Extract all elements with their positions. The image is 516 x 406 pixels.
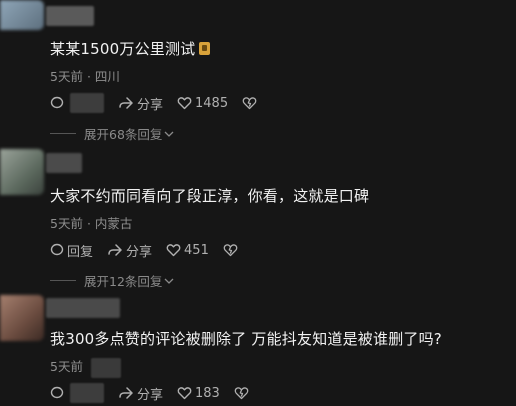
heart-icon [177, 97, 192, 110]
avatar[interactable] [0, 0, 44, 30]
comment-text-content: 某某1500万公里测试 [50, 40, 196, 58]
expand-replies-button[interactable]: 展开12条回复 [50, 271, 174, 290]
comment-actions: 分享 1485 [50, 93, 274, 113]
share-button[interactable]: 分享 [118, 384, 163, 403]
expand-replies-label: 展开68条回复 [84, 127, 163, 142]
comment-text: 我300多点赞的评论被删除了 万能抖友知道是被谁删了吗? [50, 330, 442, 348]
username[interactable] [46, 298, 120, 318]
comment-actions: 分享 183 [50, 383, 266, 403]
expand-replies-label: 展开12条回复 [84, 274, 163, 289]
comment-icon [50, 386, 64, 399]
username[interactable] [46, 153, 82, 173]
share-label: 分享 [137, 97, 164, 113]
like-count: 1485 [195, 95, 229, 111]
comment-meta: 5天前 · 四川 [50, 66, 120, 85]
share-button[interactable]: 分享 [107, 241, 152, 260]
comment-location: 内蒙古 [94, 216, 133, 231]
comment-icon [50, 243, 64, 256]
share-icon [119, 97, 133, 109]
share-label: 分享 [137, 387, 164, 403]
share-button[interactable]: 分享 [118, 94, 163, 113]
dislike-button[interactable] [242, 96, 260, 110]
reply-label-blurred [70, 93, 104, 113]
reply-label-blurred [70, 383, 104, 403]
chevron-down-icon [164, 278, 174, 284]
dislike-icon [223, 244, 238, 257]
badge-icon [199, 42, 211, 55]
comment-icon [50, 96, 64, 109]
dislike-button[interactable] [223, 243, 241, 257]
like-button[interactable]: 1485 [177, 96, 228, 111]
share-icon [108, 244, 122, 256]
dislike-icon [234, 387, 249, 400]
username[interactable] [46, 6, 94, 26]
like-button[interactable]: 183 [177, 386, 220, 401]
location-blurred [90, 357, 121, 378]
like-button[interactable]: 451 [166, 243, 209, 258]
heart-icon [177, 387, 192, 400]
meta-separator: · [86, 69, 91, 84]
like-count: 183 [195, 385, 220, 401]
avatar[interactable] [0, 295, 44, 341]
reply-button[interactable] [50, 383, 104, 403]
reply-button[interactable]: 回复 [50, 241, 93, 260]
divider [50, 280, 76, 281]
reply-label: 回复 [67, 244, 94, 260]
comment-text: 大家不约而同看向了段正淳，你看，这就是口碑 [50, 187, 370, 205]
comment-actions: 回复 分享 451 [50, 241, 255, 260]
dislike-icon [242, 97, 257, 110]
dislike-button[interactable] [234, 386, 252, 400]
divider [50, 133, 76, 134]
comment-time: 5天前 [50, 69, 83, 84]
share-label: 分享 [126, 244, 153, 260]
share-icon [119, 387, 133, 399]
comment-time: 5天前 [50, 359, 83, 374]
chevron-down-icon [164, 131, 174, 137]
like-count: 451 [184, 242, 209, 258]
avatar[interactable] [0, 149, 44, 195]
comment-time: 5天前 [50, 216, 83, 231]
comment-location: 四川 [94, 69, 120, 84]
heart-icon [166, 244, 181, 257]
meta-separator: · [86, 216, 91, 231]
reply-button[interactable] [50, 93, 104, 113]
comment-text: 某某1500万公里测试 [50, 38, 211, 59]
comment-meta: 5天前 · 内蒙古 [50, 213, 132, 232]
expand-replies-button[interactable]: 展开68条回复 [50, 124, 174, 143]
comment-meta: 5天前 [50, 356, 121, 378]
